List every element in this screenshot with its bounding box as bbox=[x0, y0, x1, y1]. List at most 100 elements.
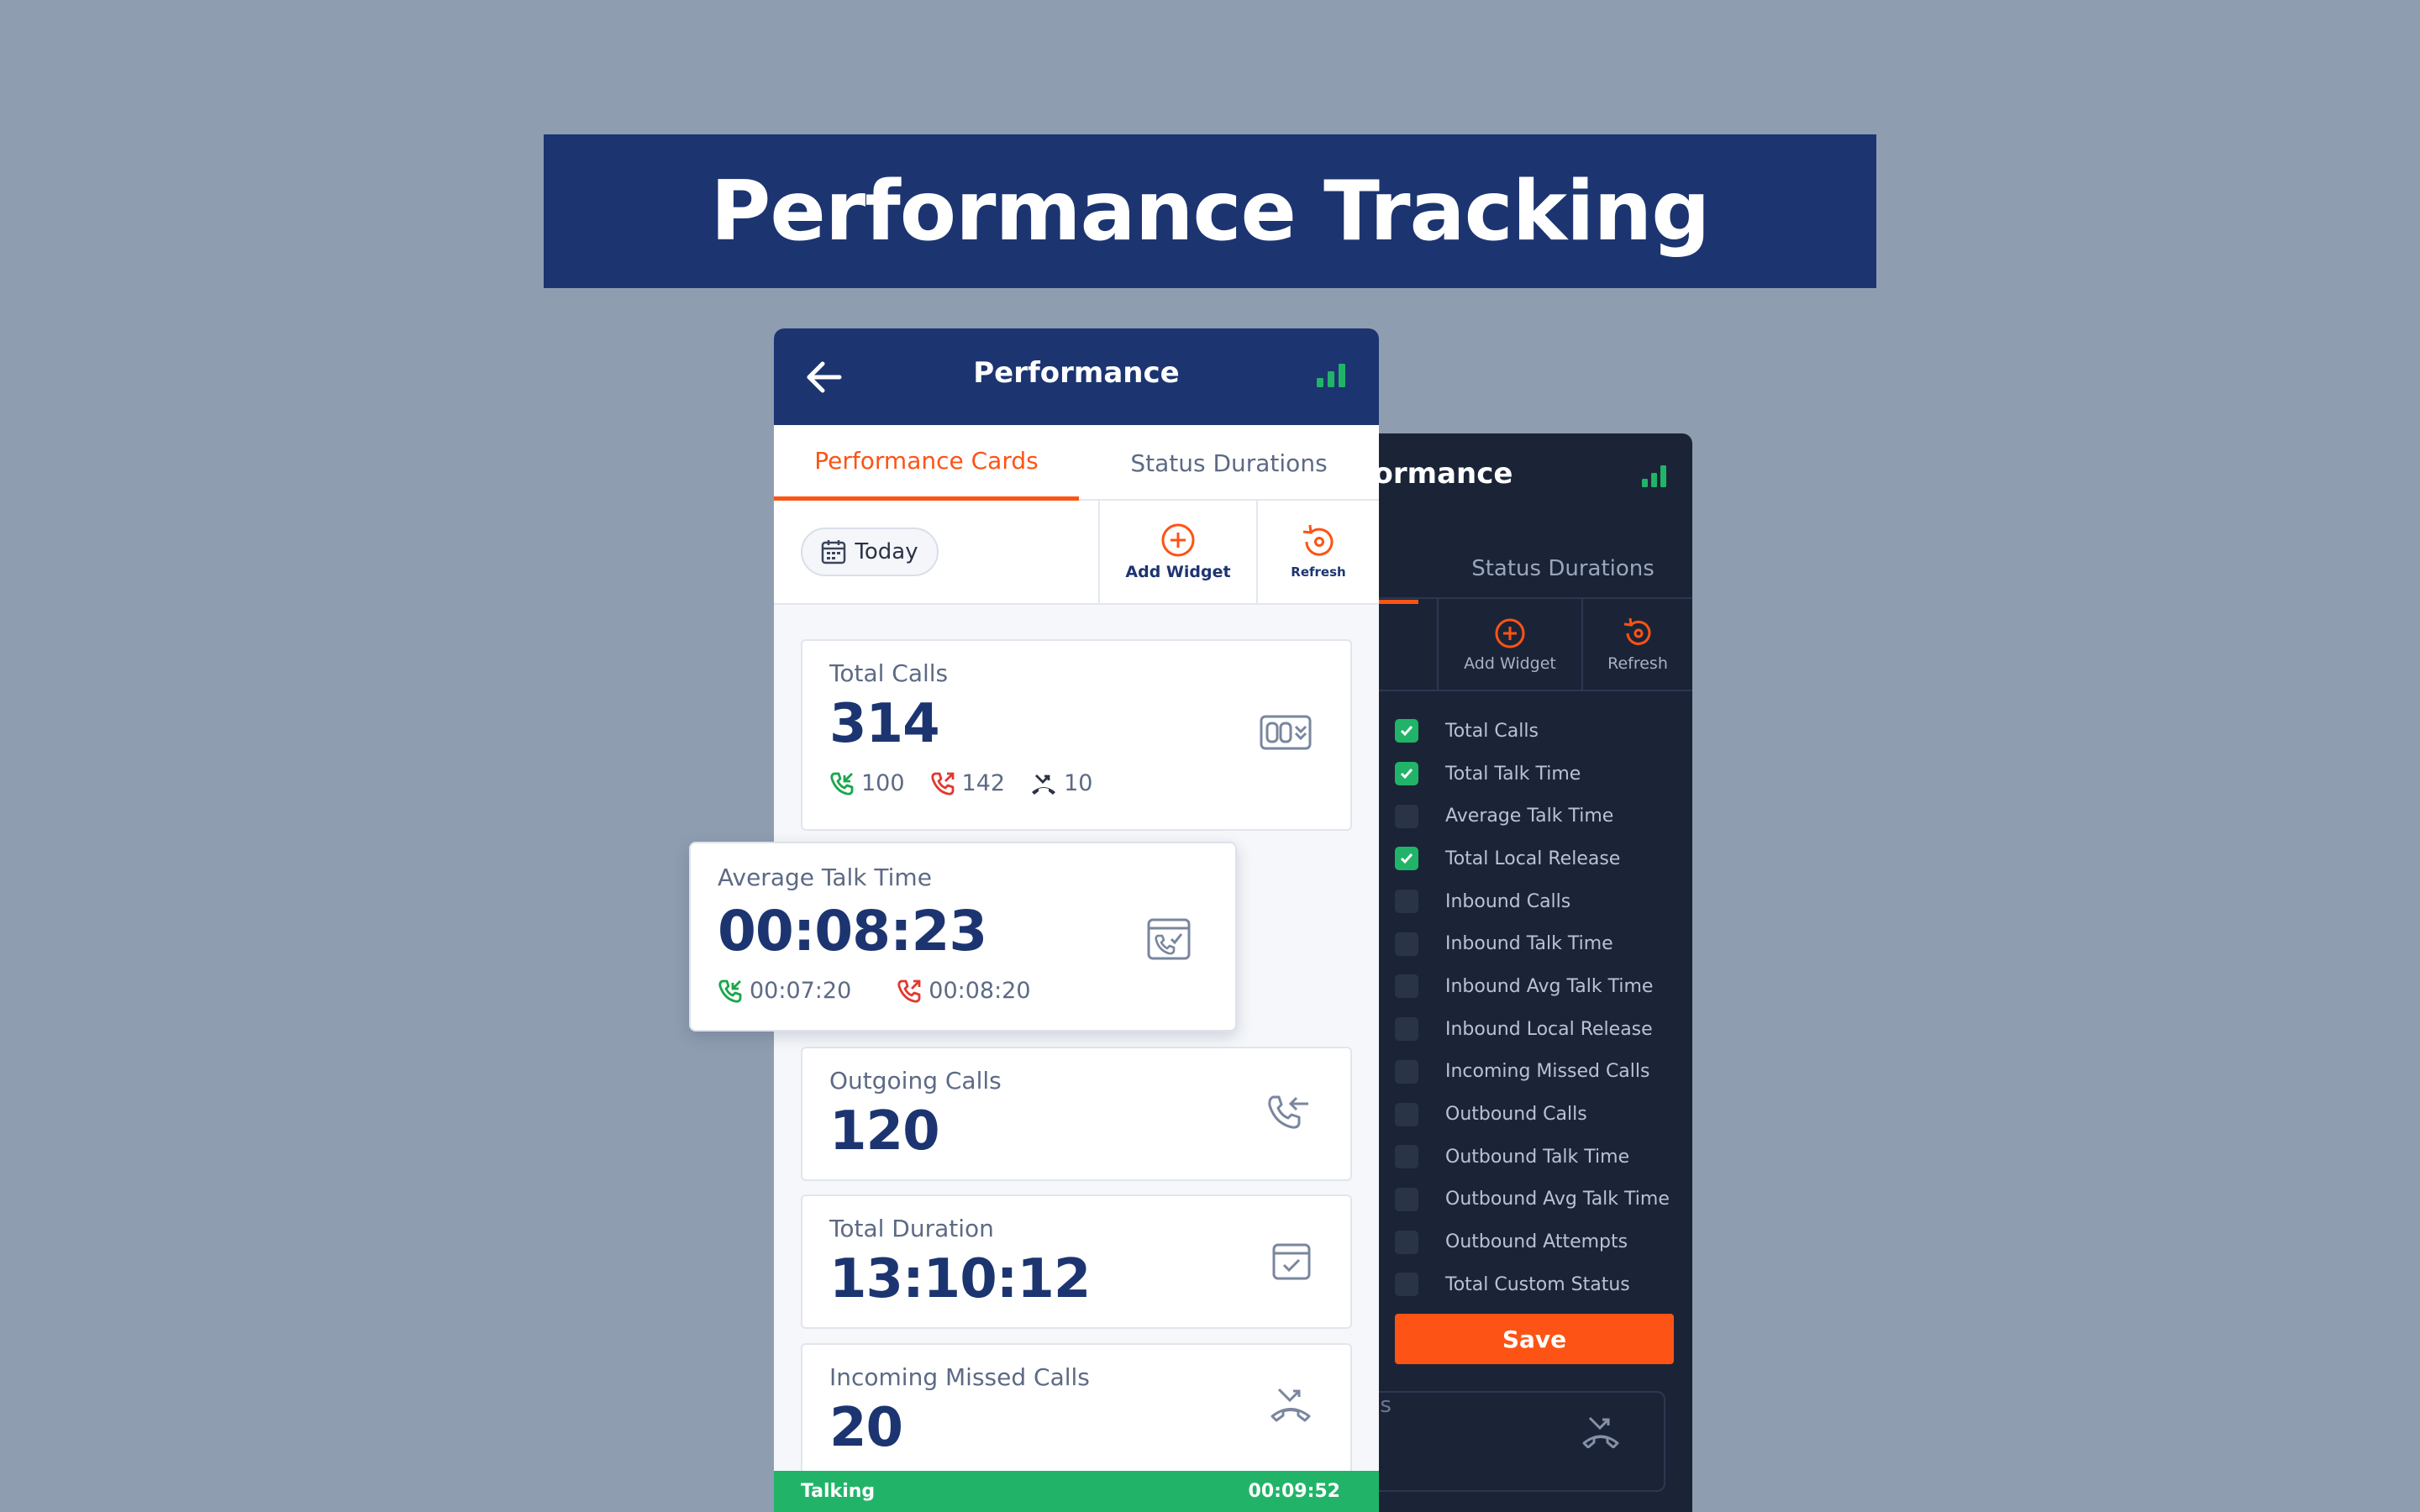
tab-status-durations[interactable]: Status Durations bbox=[1079, 425, 1379, 501]
missed-value: 10 bbox=[1064, 770, 1093, 796]
checkbox[interactable] bbox=[1395, 1273, 1418, 1297]
signal-bars-icon bbox=[1642, 465, 1666, 487]
cards-toolbar: Today Add Widget Refresh bbox=[774, 501, 1379, 605]
refresh-label: Refresh bbox=[1291, 564, 1346, 580]
tab-status-durations[interactable]: Status Durations bbox=[1437, 556, 1689, 581]
call-timer: 00:09:52 bbox=[1248, 1481, 1340, 1502]
date-filter-button[interactable]: Today bbox=[801, 528, 939, 576]
average-talk-time-card[interactable]: Average Talk Time 00:08:23 00:07:20 00:0… bbox=[689, 842, 1237, 1032]
refresh-button[interactable]: Refresh bbox=[1256, 501, 1379, 603]
widget-option-label: Incoming Missed Calls bbox=[1445, 1061, 1650, 1083]
settings-title: rformance bbox=[1361, 457, 1513, 491]
tab-bar: Performance Cards Status Durations bbox=[774, 425, 1379, 501]
widget-checklist: Total Calls Total Talk Time Average Talk T… bbox=[1395, 710, 1692, 1306]
calendar-icon bbox=[822, 540, 846, 564]
widget-option[interactable]: Inbound Local Release bbox=[1395, 1008, 1692, 1051]
outgoing-value: 00:08:20 bbox=[929, 978, 1031, 1004]
widget-option[interactable]: Total Talk Time bbox=[1395, 753, 1692, 795]
card-label: Total Duration bbox=[829, 1215, 994, 1242]
calendar-call-icon bbox=[1147, 918, 1191, 960]
widget-option-label: Outbound Attempts bbox=[1445, 1231, 1628, 1253]
checkbox[interactable] bbox=[1395, 719, 1418, 743]
widget-option-label: Outbound Talk Time bbox=[1445, 1146, 1630, 1168]
save-button[interactable]: Save bbox=[1395, 1314, 1674, 1364]
settings-toolbar: Add Widget Refresh bbox=[1361, 597, 1692, 691]
add-widget-label: Add Widget bbox=[1125, 563, 1231, 581]
widget-option[interactable]: Inbound Calls bbox=[1395, 880, 1692, 923]
add-widget-button[interactable]: Add Widget bbox=[1437, 599, 1581, 691]
call-breakdown: 100 142 10 bbox=[829, 770, 1092, 796]
missed-call-icon bbox=[1032, 774, 1056, 795]
card-label: Incoming Missed Calls bbox=[829, 1363, 1090, 1391]
widget-option[interactable]: Average Talk Time bbox=[1395, 795, 1692, 837]
tab-performance-cards[interactable]: Performance Cards bbox=[774, 425, 1079, 501]
signal-bars-icon bbox=[1317, 364, 1345, 387]
outgoing-count: 142 bbox=[930, 770, 1005, 796]
refresh-button[interactable]: Refresh bbox=[1581, 599, 1692, 691]
checkbox[interactable] bbox=[1395, 1145, 1418, 1169]
widget-settings-panel: rformance Status Durations Add Widget Re… bbox=[1361, 433, 1692, 1512]
card-value: 00:08:23 bbox=[718, 899, 987, 963]
widget-option-label: Total Local Release bbox=[1445, 848, 1621, 869]
talk-time-breakdown: 00:07:20 00:08:20 bbox=[718, 978, 1031, 1004]
widget-option[interactable]: Total Local Release bbox=[1395, 837, 1692, 880]
widget-option[interactable]: Incoming Missed Calls bbox=[1395, 1051, 1692, 1094]
widget-option-label: Average Talk Time bbox=[1445, 806, 1614, 827]
card-value: 120 bbox=[829, 1100, 940, 1163]
widget-option-label: Inbound Calls bbox=[1445, 890, 1571, 912]
phone-outgoing-icon bbox=[1268, 1095, 1308, 1129]
outgoing-calls-card[interactable]: Outgoing Calls 120 bbox=[801, 1047, 1352, 1181]
settings-tabs: Status Durations bbox=[1361, 541, 1692, 605]
missed-call-icon bbox=[1582, 1416, 1619, 1448]
widget-option[interactable]: Outbound Attempts bbox=[1395, 1221, 1692, 1263]
incoming-talk-time: 00:07:20 bbox=[718, 978, 851, 1004]
refresh-icon bbox=[1302, 524, 1334, 556]
page-title: Performance bbox=[973, 356, 1180, 390]
widget-option-label: Inbound Avg Talk Time bbox=[1445, 975, 1654, 997]
total-duration-card[interactable]: Total Duration 13:10:12 bbox=[801, 1194, 1352, 1329]
checkbox[interactable] bbox=[1395, 1017, 1418, 1042]
outgoing-talk-time: 00:08:20 bbox=[897, 978, 1031, 1004]
card-value: 20 bbox=[829, 1397, 903, 1459]
widget-option-label: Outbound Calls bbox=[1445, 1104, 1587, 1126]
checkbox[interactable] bbox=[1395, 1059, 1418, 1084]
phone-incoming-icon bbox=[830, 772, 854, 795]
card-label: Total Calls bbox=[829, 659, 949, 687]
widget-option[interactable]: Outbound Avg Talk Time bbox=[1395, 1179, 1692, 1221]
phone-incoming-icon bbox=[718, 979, 742, 1003]
checkbox[interactable] bbox=[1395, 974, 1418, 999]
checkbox[interactable] bbox=[1395, 847, 1418, 871]
card-value: 13:10:12 bbox=[829, 1248, 1091, 1310]
card-value: 314 bbox=[829, 693, 940, 755]
checkbox[interactable] bbox=[1395, 890, 1418, 914]
behind-card: alls bbox=[1361, 1391, 1665, 1492]
card-label: Outgoing Calls bbox=[829, 1067, 1002, 1095]
phone-outgoing-icon bbox=[897, 979, 921, 1003]
checkbox[interactable] bbox=[1395, 932, 1418, 956]
widget-option[interactable]: Total Calls bbox=[1395, 710, 1692, 753]
checkbox[interactable] bbox=[1395, 1102, 1418, 1126]
widget-option[interactable]: Inbound Talk Time bbox=[1395, 922, 1692, 965]
widget-option[interactable]: Total Custom Status bbox=[1395, 1263, 1692, 1306]
hero-banner: Performance Tracking bbox=[544, 134, 1876, 288]
checkbox[interactable] bbox=[1395, 1230, 1418, 1254]
widget-option-label: Total Calls bbox=[1445, 720, 1539, 742]
refresh-icon bbox=[1623, 617, 1651, 645]
missed-call-icon bbox=[1270, 1388, 1311, 1422]
checkbox[interactable] bbox=[1395, 804, 1418, 828]
checkbox[interactable] bbox=[1395, 1187, 1418, 1211]
widget-option-label: Total Custom Status bbox=[1445, 1273, 1630, 1295]
widget-option-label: Outbound Avg Talk Time bbox=[1445, 1189, 1670, 1210]
settings-header: rformance bbox=[1361, 433, 1692, 517]
widget-option[interactable]: Outbound Calls bbox=[1395, 1093, 1692, 1136]
checkbox[interactable] bbox=[1395, 762, 1418, 786]
widget-option[interactable]: Inbound Avg Talk Time bbox=[1395, 965, 1692, 1008]
total-calls-card[interactable]: Total Calls 314 100 142 10 bbox=[801, 639, 1352, 831]
refresh-label: Refresh bbox=[1607, 654, 1668, 673]
incoming-value: 00:07:20 bbox=[750, 978, 852, 1004]
checkmark-icon bbox=[1400, 726, 1413, 737]
widget-option-label: Total Talk Time bbox=[1445, 763, 1581, 785]
widget-option[interactable]: Outbound Talk Time bbox=[1395, 1136, 1692, 1179]
add-widget-label: Add Widget bbox=[1464, 654, 1556, 673]
add-widget-button[interactable]: Add Widget bbox=[1098, 501, 1256, 603]
